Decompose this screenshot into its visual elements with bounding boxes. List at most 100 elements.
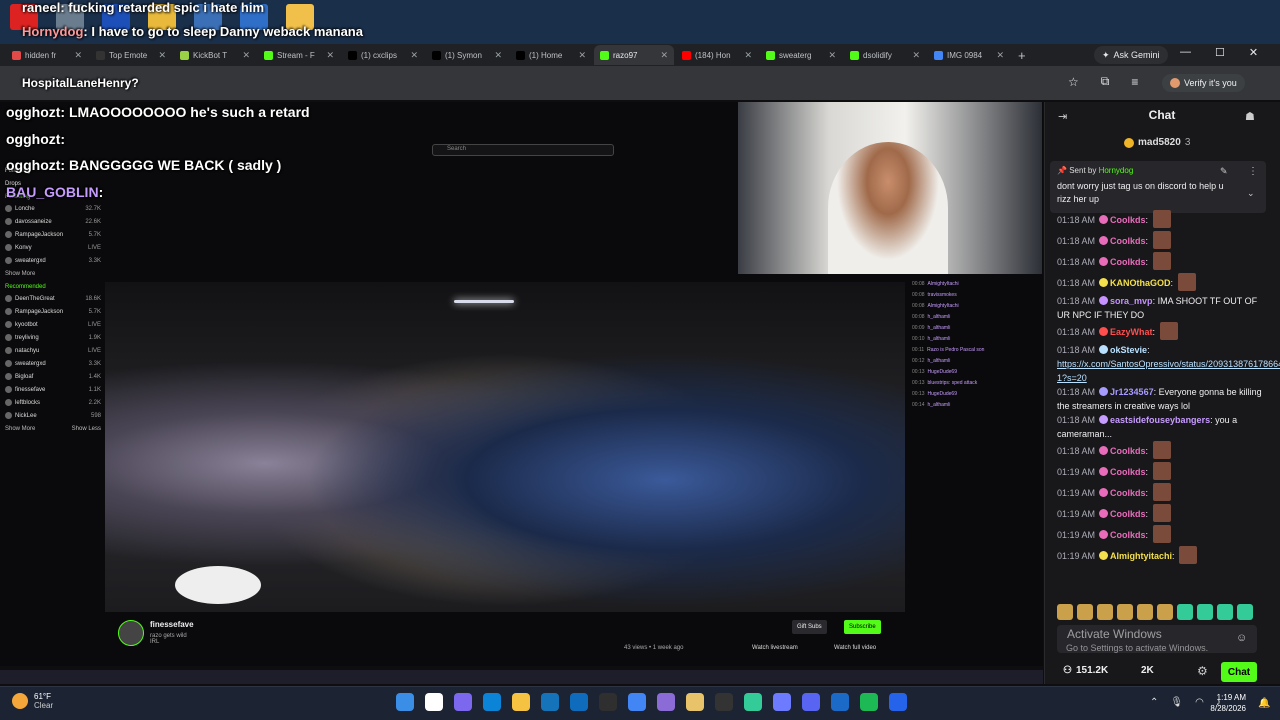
close-tab-icon[interactable]: ✕ bbox=[410, 50, 418, 61]
chat-username[interactable]: Coolkds bbox=[1110, 509, 1146, 519]
emote-button[interactable] bbox=[1157, 604, 1173, 620]
minimize-button[interactable]: — bbox=[1180, 46, 1191, 59]
taskbar-app-icon[interactable] bbox=[831, 693, 849, 711]
emote-button[interactable] bbox=[1097, 604, 1113, 620]
more-options-icon[interactable]: ⋮ bbox=[1248, 166, 1258, 177]
close-tab-icon[interactable]: ✕ bbox=[494, 50, 502, 61]
chat-username[interactable]: okStevie bbox=[1110, 345, 1147, 355]
chat-username[interactable]: Coolkds bbox=[1110, 446, 1146, 456]
maximize-button[interactable]: ☐ bbox=[1215, 46, 1225, 59]
close-tab-icon[interactable]: ✕ bbox=[828, 50, 836, 61]
star-icon[interactable]: ☆ bbox=[1068, 75, 1079, 89]
browser-tab[interactable]: KickBot T ✕ bbox=[174, 45, 256, 65]
video-cup bbox=[175, 566, 261, 604]
emote-button[interactable] bbox=[1117, 604, 1133, 620]
notification-bell-icon[interactable]: 🔔 bbox=[1258, 698, 1270, 709]
taskbar-app-icon[interactable] bbox=[773, 693, 791, 711]
taskbar-app-icon[interactable] bbox=[512, 693, 530, 711]
chat-username[interactable]: Coolkds bbox=[1110, 530, 1146, 540]
chat-username[interactable]: Coolkds bbox=[1110, 236, 1146, 246]
close-tab-icon[interactable]: ✕ bbox=[912, 50, 920, 61]
chat-emote bbox=[1179, 546, 1198, 564]
chevron-down-icon[interactable]: ⌄ bbox=[1247, 188, 1255, 199]
browser-tab[interactable]: (184) Hon ✕ bbox=[676, 45, 758, 65]
tab-favicon bbox=[766, 50, 775, 60]
close-tab-icon[interactable]: ✕ bbox=[326, 50, 334, 61]
weather-widget[interactable]: 61°F Clear bbox=[12, 692, 53, 710]
chat-username[interactable]: sora_mvp bbox=[1110, 296, 1153, 306]
tab-favicon bbox=[934, 50, 943, 60]
user-badge-icon bbox=[1099, 296, 1109, 305]
taskbar-app-icon[interactable] bbox=[860, 693, 878, 711]
chat-username[interactable]: Coolkds bbox=[1110, 488, 1146, 498]
emote-button[interactable] bbox=[1137, 604, 1153, 620]
chat-username[interactable]: Jr1234567 bbox=[1110, 387, 1154, 397]
emote-button[interactable] bbox=[1217, 604, 1233, 620]
chat-username[interactable]: Coolkds bbox=[1110, 257, 1146, 267]
browser-tab[interactable]: dsolidify ✕ bbox=[844, 45, 926, 65]
taskbar-app-icon[interactable] bbox=[628, 693, 646, 711]
inner-taskbar bbox=[0, 670, 1043, 684]
reading-list-icon[interactable]: ≡ bbox=[1131, 75, 1138, 89]
close-tab-icon[interactable]: ✕ bbox=[996, 50, 1004, 61]
close-tab-icon[interactable]: ✕ bbox=[660, 50, 668, 61]
clip-channel-avatar bbox=[118, 620, 144, 646]
unpin-icon[interactable]: ✎ bbox=[1220, 166, 1228, 177]
browser-tab[interactable]: hidden fr ✕ bbox=[6, 45, 88, 65]
browser-tab[interactable]: Top Emote ✕ bbox=[90, 45, 172, 65]
users-icon[interactable]: ☗ bbox=[1245, 110, 1255, 123]
taskbar-app-icon[interactable] bbox=[570, 693, 588, 711]
browser-tab[interactable]: Stream - F ✕ bbox=[258, 45, 340, 65]
taskbar-app-icon[interactable] bbox=[686, 693, 704, 711]
browser-tab[interactable]: IMG 0984 ✕ bbox=[928, 45, 1010, 65]
taskbar-clock[interactable]: 1:19 AM 8/28/2026 bbox=[1202, 692, 1246, 714]
chat-username[interactable]: EazyWhat bbox=[1110, 327, 1153, 337]
emote-button[interactable] bbox=[1057, 604, 1073, 620]
emote-button[interactable] bbox=[1197, 604, 1213, 620]
taskbar-app-icon[interactable] bbox=[454, 693, 472, 711]
verify-button[interactable]: Verify it's you bbox=[1162, 74, 1245, 92]
taskbar-app-icon[interactable] bbox=[657, 693, 675, 711]
browser-tab[interactable]: sweaterg ✕ bbox=[760, 45, 842, 65]
inner-chat-line: 00:08 AlmightyItachi bbox=[912, 280, 959, 287]
chat-username[interactable]: Coolkds bbox=[1110, 215, 1146, 225]
close-tab-icon[interactable]: ✕ bbox=[744, 50, 752, 61]
browser-tab[interactable]: (1) Home ✕ bbox=[510, 45, 592, 65]
taskbar-app-icon[interactable] bbox=[599, 693, 617, 711]
mic-icon[interactable]: 🎙 bbox=[1170, 697, 1183, 708]
taskbar-app-icon[interactable] bbox=[396, 693, 414, 711]
emote-button[interactable] bbox=[1077, 604, 1093, 620]
extensions-icon[interactable]: ⧉ bbox=[1101, 74, 1110, 89]
close-window-button[interactable]: ✕ bbox=[1249, 46, 1258, 59]
emote-button[interactable] bbox=[1177, 604, 1193, 620]
browser-tab[interactable]: razo97 ✕ bbox=[594, 45, 674, 65]
new-tab-button[interactable]: + bbox=[1018, 48, 1026, 63]
taskbar-app-icon[interactable] bbox=[541, 693, 559, 711]
taskbar-app-icon[interactable] bbox=[483, 693, 501, 711]
pinned-message[interactable]: 📌 Sent by Hornydog dont worry just tag u… bbox=[1050, 161, 1266, 213]
chat-username[interactable]: KANOthaGOD bbox=[1110, 278, 1171, 288]
gear-icon[interactable]: ⚙ bbox=[1197, 664, 1208, 678]
chat-username[interactable]: Coolkds bbox=[1110, 467, 1146, 477]
video-ceiling-light bbox=[454, 300, 514, 303]
taskbar-app-icon[interactable] bbox=[889, 693, 907, 711]
close-tab-icon[interactable]: ✕ bbox=[578, 50, 586, 61]
tab-title: hidden fr bbox=[25, 50, 57, 60]
taskbar-app-icon[interactable] bbox=[744, 693, 762, 711]
chevron-up-icon[interactable]: ⌃ bbox=[1150, 697, 1158, 708]
chat-username[interactable]: eastsidefouseybangers bbox=[1110, 415, 1210, 425]
chat-send-button[interactable]: Chat bbox=[1221, 662, 1257, 682]
close-tab-icon[interactable]: ✕ bbox=[74, 50, 82, 61]
close-tab-icon[interactable]: ✕ bbox=[242, 50, 250, 61]
ask-gemini-button[interactable]: ✦ Ask Gemini bbox=[1094, 46, 1168, 64]
taskbar-app-icon[interactable] bbox=[715, 693, 733, 711]
emoji-icon[interactable]: ☺ bbox=[1236, 632, 1247, 644]
browser-tab[interactable]: (1) Symon ✕ bbox=[426, 45, 508, 65]
tab-favicon bbox=[180, 50, 189, 60]
close-tab-icon[interactable]: ✕ bbox=[158, 50, 166, 61]
chat-username[interactable]: Almightyitachi bbox=[1110, 551, 1172, 561]
browser-tab[interactable]: (1) cxclips ✕ bbox=[342, 45, 424, 65]
taskbar-app-icon[interactable] bbox=[425, 693, 443, 711]
emote-button[interactable] bbox=[1237, 604, 1253, 620]
taskbar-app-icon[interactable] bbox=[802, 693, 820, 711]
